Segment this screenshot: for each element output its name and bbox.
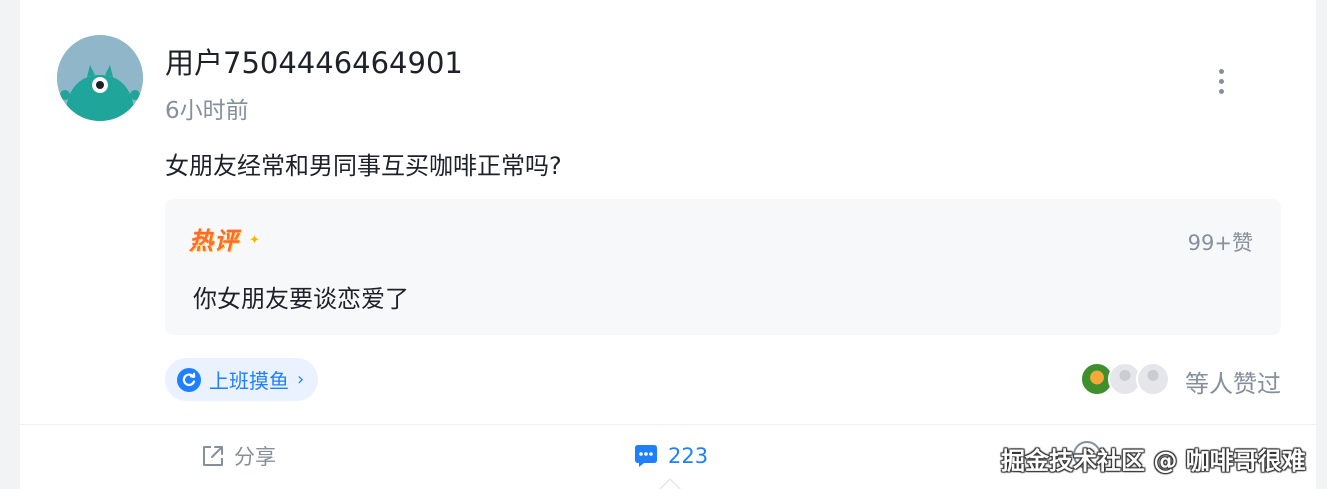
comment-bubble-icon (635, 445, 657, 467)
topic-label: 上班摸鱼 (209, 369, 289, 393)
avatar-monster-icon (57, 35, 143, 121)
hot-comment-badge: 热评 (189, 227, 239, 255)
comment-count: 223 (668, 444, 709, 468)
hot-comment-box[interactable]: 热评 ✦ 99+赞 你女朋友要谈恋爱了 (165, 199, 1281, 335)
action-divider (20, 424, 1316, 425)
post-content[interactable]: 女朋友经常和男同事互买咖啡正常吗? (165, 146, 562, 181)
liker-avatars[interactable] (1080, 362, 1170, 396)
comment-pointer-fill (661, 480, 679, 489)
sparkle-icon: ✦ (249, 233, 260, 248)
comment-button[interactable]: 223 (632, 438, 708, 474)
post-card: 用户7504446464901 6小时前 女朋友经常和男同事互买咖啡正常吗? 热… (20, 0, 1316, 489)
topic-tag[interactable]: 上班摸鱼 › (165, 358, 319, 401)
post-time: 6小时前 (165, 98, 249, 124)
topic-refresh-icon (177, 367, 201, 392)
liker-avatar (1136, 362, 1170, 396)
share-button[interactable]: 分享 (200, 438, 276, 474)
hot-comment-likes: 99+赞 (1187, 231, 1253, 255)
likers-text[interactable]: 等人赞过 (1185, 364, 1281, 399)
share-icon (203, 446, 223, 466)
hot-comment-text: 你女朋友要谈恋爱了 (193, 285, 409, 313)
author-name[interactable]: 用户7504446464901 (165, 40, 463, 82)
chevron-right-icon: › (297, 369, 305, 390)
share-label: 分享 (234, 445, 276, 469)
more-options-icon[interactable] (1206, 66, 1236, 96)
author-avatar[interactable] (57, 35, 143, 121)
watermark: 掘金技术社区 @ 咖啡哥很难 (1001, 447, 1306, 475)
